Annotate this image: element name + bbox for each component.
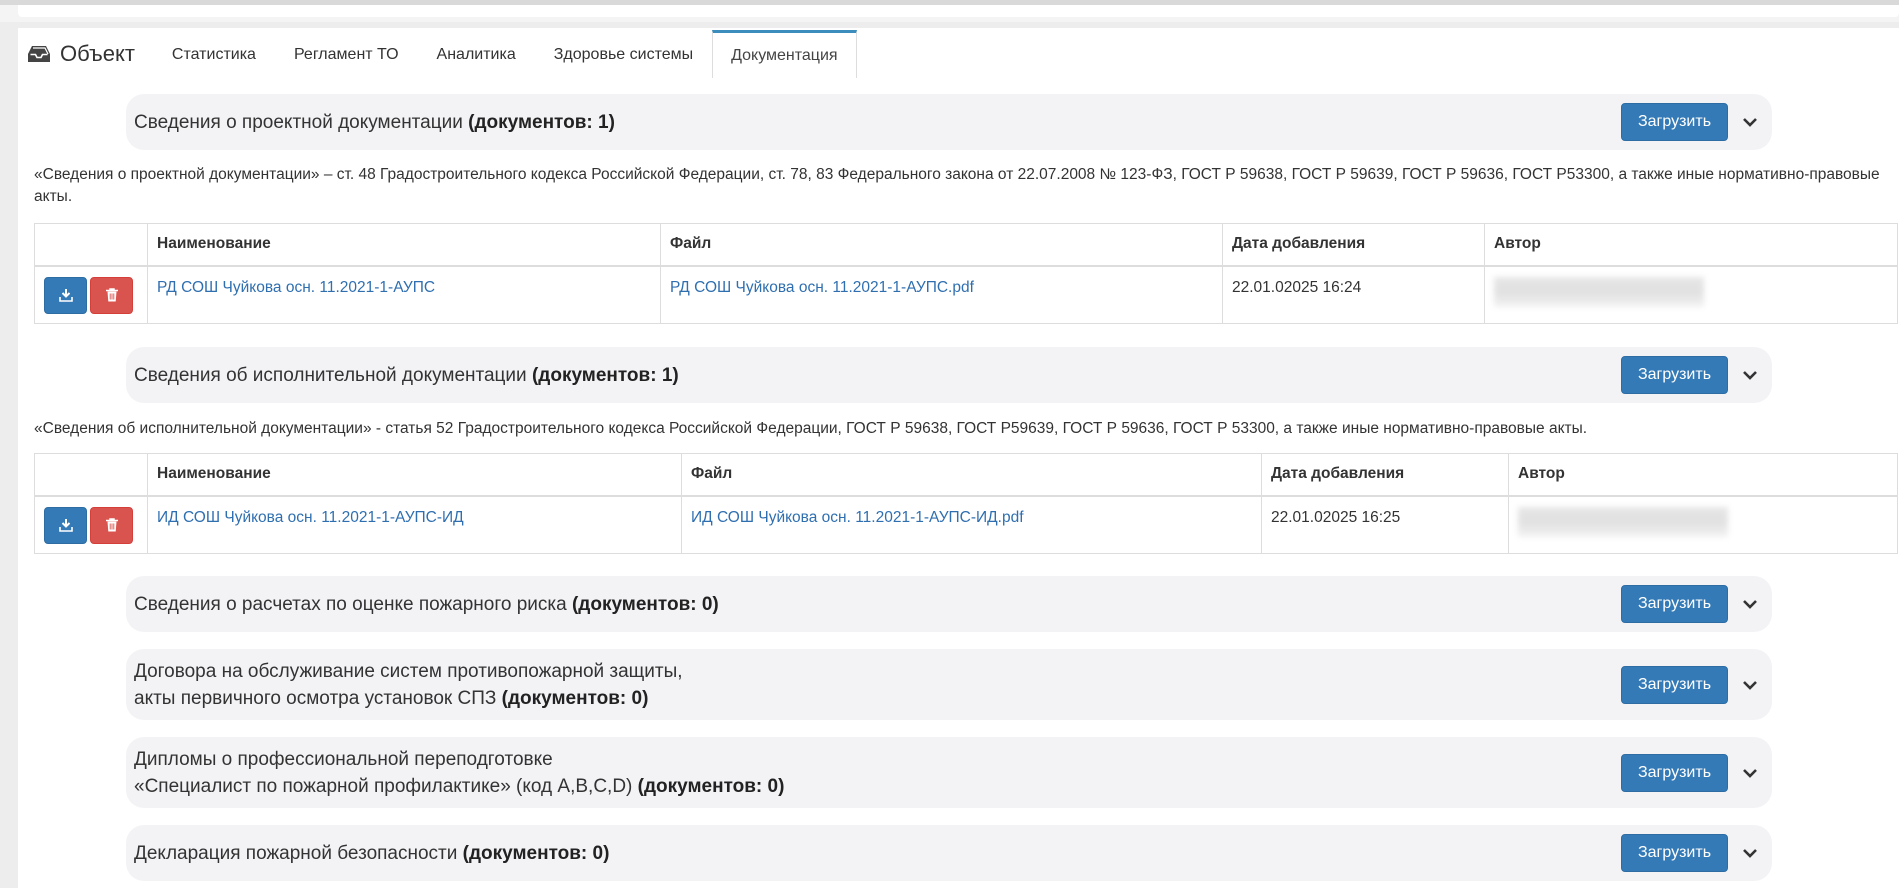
tab-documentation[interactable]: Документация xyxy=(712,30,857,78)
documents-table: Наименование Файл Дата добавления Автор … xyxy=(34,453,1898,554)
tab-statistics[interactable]: Статистика xyxy=(153,30,275,78)
author-redacted xyxy=(1518,506,1728,537)
column-header-actions xyxy=(34,453,148,497)
inbox-icon xyxy=(28,46,50,62)
section-fire-declaration[interactable]: Декларация пожарной безопасности (докуме… xyxy=(126,825,1772,881)
section-title: Декларация пожарной безопасности (докуме… xyxy=(134,842,610,864)
document-file-link[interactable]: РД СОШ Чуйкова осн. 11.2021-1-АУПС.pdf xyxy=(670,279,974,296)
section-title: Сведения о расчетах по оценке пожарного … xyxy=(134,593,719,615)
column-header-date: Дата добавления xyxy=(1261,453,1509,497)
table-header: Наименование Файл Дата добавления Автор xyxy=(34,453,1898,497)
download-icon xyxy=(58,519,73,532)
download-button[interactable] xyxy=(44,276,87,314)
table-row: ИД СОШ Чуйкова осн. 11.2021-1-АУПС-ИД ИД… xyxy=(34,495,1898,554)
document-author xyxy=(1484,265,1898,324)
section-title: Договора на обслуживание систем противоп… xyxy=(134,660,683,709)
trash-icon xyxy=(105,288,118,302)
document-name-link[interactable]: РД СОШ Чуйкова осн. 11.2021-1-АУПС xyxy=(157,279,435,296)
author-redacted xyxy=(1494,276,1704,307)
section-diplomas[interactable]: Дипломы о профессиональной переподготовк… xyxy=(126,737,1772,808)
section-fire-risk[interactable]: Сведения о расчетах по оценке пожарного … xyxy=(126,576,1772,632)
chevron-down-icon[interactable] xyxy=(1742,677,1758,693)
chevron-down-icon[interactable] xyxy=(1742,367,1758,383)
delete-button[interactable] xyxy=(90,276,133,314)
tab-analytics[interactable]: Аналитика xyxy=(418,30,535,78)
column-header-file: Файл xyxy=(681,453,1262,497)
column-header-name: Наименование xyxy=(147,453,682,497)
upload-button[interactable]: Загрузить xyxy=(1621,103,1728,141)
section-service-contracts[interactable]: Договора на обслуживание систем противоп… xyxy=(126,649,1772,720)
column-header-name: Наименование xyxy=(147,223,661,267)
section-project-docs[interactable]: Сведения о проектной документации (докум… xyxy=(126,94,1772,150)
column-header-date: Дата добавления xyxy=(1222,223,1485,267)
document-date: 22.01.02025 16:25 xyxy=(1261,495,1509,554)
row-actions xyxy=(34,265,148,324)
column-header-author: Автор xyxy=(1484,223,1898,267)
tab-maintenance[interactable]: Регламент ТО xyxy=(275,30,418,78)
document-name-link[interactable]: ИД СОШ Чуйкова осн. 11.2021-1-АУПС-ИД xyxy=(157,509,464,526)
upload-button[interactable]: Загрузить xyxy=(1621,834,1728,872)
document-date: 22.01.02025 16:24 xyxy=(1222,265,1485,324)
section-title: Сведения о проектной документации (докум… xyxy=(134,111,615,133)
section-note: «Сведения о проектной документации» – ст… xyxy=(34,166,1880,205)
tab-bar: Объект Статистика Регламент ТО Аналитика… xyxy=(18,28,1899,78)
top-card xyxy=(18,5,1899,17)
chevron-down-icon[interactable] xyxy=(1742,596,1758,612)
upload-button[interactable]: Загрузить xyxy=(1621,356,1728,394)
section-note: «Сведения об исполнительной документации… xyxy=(34,420,1588,437)
chevron-down-icon[interactable] xyxy=(1742,845,1758,861)
top-strip xyxy=(0,0,1899,22)
table-header: Наименование Файл Дата добавления Автор xyxy=(34,223,1898,267)
download-icon xyxy=(58,289,73,302)
chevron-down-icon[interactable] xyxy=(1742,114,1758,130)
object-panel: Объект Статистика Регламент ТО Аналитика… xyxy=(18,28,1899,888)
column-header-file: Файл xyxy=(660,223,1223,267)
column-header-author: Автор xyxy=(1508,453,1898,497)
upload-button[interactable]: Загрузить xyxy=(1621,665,1728,704)
tab-system-health[interactable]: Здоровье системы xyxy=(535,30,712,78)
download-button[interactable] xyxy=(44,506,87,544)
documents-table: Наименование Файл Дата добавления Автор … xyxy=(34,223,1898,324)
section-title: Дипломы о профессиональной переподготовк… xyxy=(134,748,785,797)
row-actions xyxy=(34,495,148,554)
panel-title: Объект xyxy=(60,41,135,66)
delete-button[interactable] xyxy=(90,506,133,544)
panel-header: Объект xyxy=(18,30,153,78)
section-title: Сведения об исполнительной документации … xyxy=(134,364,679,386)
upload-button[interactable]: Загрузить xyxy=(1621,753,1728,792)
chevron-down-icon[interactable] xyxy=(1742,765,1758,781)
document-author xyxy=(1508,495,1898,554)
table-row: РД СОШ Чуйкова осн. 11.2021-1-АУПС РД СО… xyxy=(34,265,1898,324)
upload-button[interactable]: Загрузить xyxy=(1621,585,1728,623)
trash-icon xyxy=(105,518,118,532)
document-file-link[interactable]: ИД СОШ Чуйкова осн. 11.2021-1-АУПС-ИД.pd… xyxy=(691,509,1024,526)
column-header-actions xyxy=(34,223,148,267)
section-executive-docs[interactable]: Сведения об исполнительной документации … xyxy=(126,347,1772,403)
